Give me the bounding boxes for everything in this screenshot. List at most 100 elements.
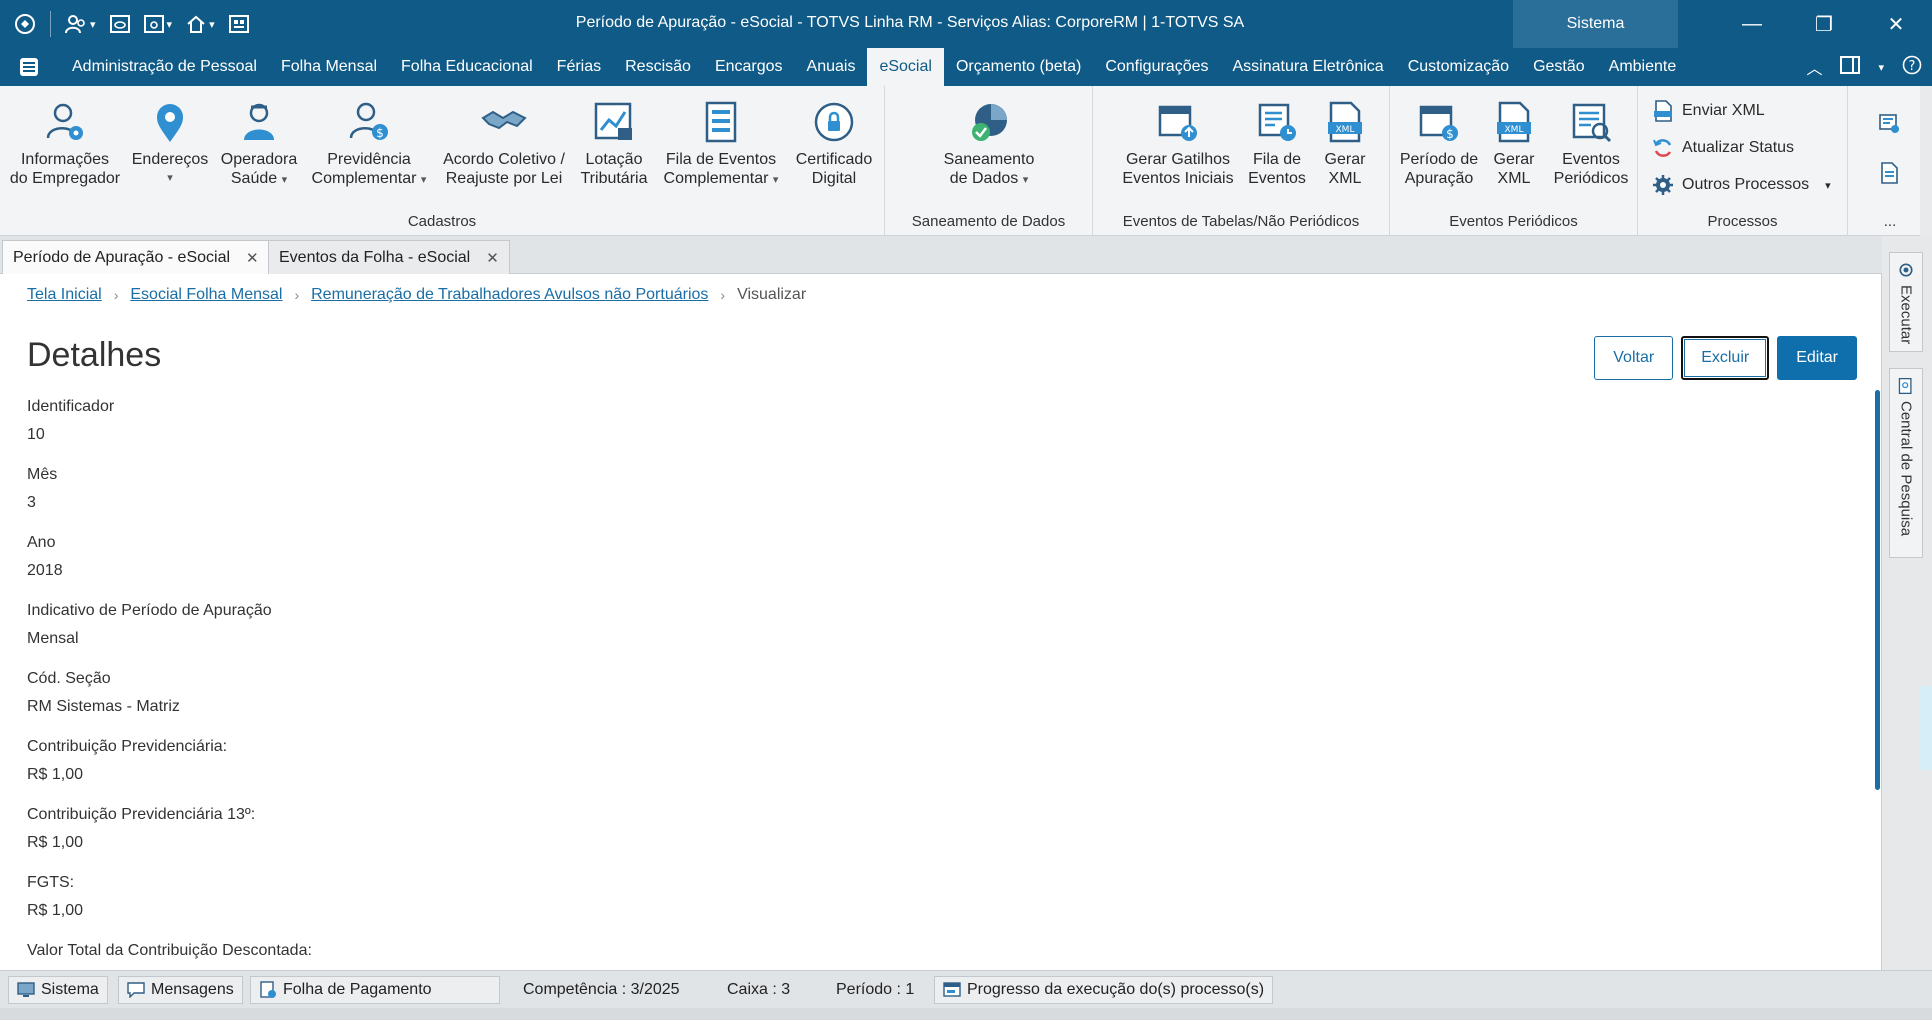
list-settings-icon[interactable]	[1878, 112, 1900, 134]
field-value: Mensal	[27, 630, 79, 647]
atualizar-status-button[interactable]: Atualizar Status	[1652, 137, 1794, 159]
gerar-xml-button[interactable]: XML Gerar XML	[1313, 100, 1377, 188]
layout-icon[interactable]	[1840, 55, 1861, 79]
ribbon-button-label: Eventos	[1562, 151, 1620, 168]
central-pesquisa-label: Central de Pesquisa	[1897, 401, 1915, 537]
breadcrumb-link-remuneracao[interactable]: Remuneração de Trabalhadores Avulsos não…	[311, 286, 708, 304]
enderecos-button[interactable]: Endereços ▾	[124, 100, 216, 188]
ribbon-more-label[interactable]: ...	[1860, 213, 1920, 230]
minimize-button[interactable]: —	[1716, 0, 1788, 48]
eventos-periodicos-button[interactable]: Eventos Periódicos	[1548, 100, 1634, 188]
chevron-down-icon[interactable]: ▾	[1878, 61, 1884, 74]
menu-folha-educacional[interactable]: Folha Educacional	[389, 48, 545, 86]
restore-button[interactable]: ❐	[1788, 0, 1860, 48]
editar-button[interactable]: Editar	[1777, 336, 1857, 380]
tab-periodo-apuracao[interactable]: Período de Apuração - eSocial ✕	[2, 240, 270, 274]
app-menu-icon[interactable]	[14, 10, 36, 38]
sistema-button[interactable]: Sistema	[1513, 0, 1678, 48]
breadcrumb-link-tela-inicial[interactable]: Tela Inicial	[27, 286, 102, 304]
vertical-scrollbar[interactable]	[1875, 390, 1880, 790]
ribbon-button-label-text: de Dados	[949, 170, 1019, 187]
ribbon-button-label: Lotação	[585, 151, 643, 168]
menu-rescisao[interactable]: Rescisão	[613, 48, 703, 86]
tab-label: Período de Apuração - eSocial	[13, 248, 231, 266]
ribbon-button-label: Gerar Gatilhos	[1125, 151, 1231, 168]
saneamento-dados-button[interactable]: Saneamento de Dados ▾	[929, 100, 1049, 190]
status-mensagens-button[interactable]: Mensagens	[118, 976, 243, 1004]
help-icon[interactable]: ?	[1902, 55, 1922, 80]
chevron-down-icon: ▾	[209, 18, 215, 31]
operadora-saude-button[interactable]: Operadora Saúde ▾	[214, 100, 304, 190]
gerar-xml-periodicos-button[interactable]: XML Gerar XML	[1482, 100, 1546, 188]
map-pin-icon	[157, 104, 183, 142]
status-sistema-label: Sistema	[41, 981, 99, 998]
fila-eventos-complementar-button[interactable]: Fila de Eventos Complementar ▾	[656, 100, 786, 190]
report-icon[interactable]	[1878, 162, 1900, 184]
gerar-gatilhos-button[interactable]: Gerar Gatilhos Eventos Iniciais	[1113, 100, 1243, 188]
menu-ferias[interactable]: Férias	[545, 48, 613, 86]
menu-esocial[interactable]: eSocial	[867, 48, 944, 86]
dashboard-icon[interactable]	[228, 10, 249, 38]
status-caixa: Caixa : 3	[727, 981, 791, 998]
lotacao-tributaria-button[interactable]: Lotação Tributária	[572, 100, 656, 188]
menu-administracao-de-pessoal[interactable]: Administração de Pessoal	[60, 48, 269, 86]
status-folha-button[interactable]: Folha de Pagamento	[250, 976, 500, 1004]
users-icon[interactable]: ▾	[65, 10, 96, 38]
acordo-coletivo-button[interactable]: Acordo Coletivo / Reajuste por Lei	[436, 100, 572, 188]
window-settings-icon[interactable]: ▾	[143, 10, 173, 38]
ribbon-group-label: Eventos Periódicos	[1449, 213, 1578, 230]
menu-orcamento[interactable]: Orçamento (beta)	[944, 48, 1093, 86]
ribbon-button-label-text: Complementar	[663, 170, 769, 187]
field-label: Cód. Seção	[27, 670, 111, 687]
ribbon-button-label: Eventos	[1248, 170, 1306, 187]
preview-icon[interactable]	[109, 10, 130, 38]
doctor-icon	[244, 103, 274, 140]
menu-encargos[interactable]: Encargos	[703, 48, 795, 86]
chevron-right-icon: ›	[294, 287, 300, 303]
status-sistema-button[interactable]: Sistema	[8, 976, 108, 1004]
menu-configuracoes[interactable]: Configurações	[1093, 48, 1220, 86]
page-title: Detalhes	[27, 336, 162, 374]
fila-de-eventos-button[interactable]: Fila de Eventos	[1241, 100, 1313, 188]
home-icon[interactable]: ▾	[186, 10, 215, 38]
enviar-xml-button[interactable]: Enviar XML	[1652, 100, 1765, 122]
ribbon-button-label: Complementar ▾	[664, 169, 779, 190]
title-bar: ▾ ▾ ▾ Período de Apuração - eSocial - TO…	[0, 0, 1932, 48]
field-ano: Ano 2018	[27, 534, 312, 602]
close-tab-icon[interactable]: ✕	[246, 249, 259, 267]
chevron-down-icon: ▾	[166, 18, 173, 31]
central-pesquisa-tab[interactable]: Central de Pesquisa	[1889, 368, 1923, 558]
periodic-events-icon	[1572, 103, 1612, 143]
collapse-ribbon-icon[interactable]: ︿	[1806, 55, 1822, 79]
chevron-down-icon: ▾	[772, 174, 779, 186]
tab-eventos-folha[interactable]: Eventos da Folha - eSocial ✕	[268, 240, 510, 274]
menu-gestao[interactable]: Gestão	[1521, 48, 1597, 86]
status-progresso-button[interactable]: Progresso da execução do(s) processo(s)	[934, 976, 1274, 1004]
svg-text:XML: XML	[1505, 125, 1524, 135]
previdencia-complementar-button[interactable]: $ Previdência Complementar ▾	[306, 100, 432, 190]
user-gear-icon	[46, 103, 83, 140]
close-button[interactable]: ✕	[1860, 0, 1932, 48]
excluir-button[interactable]: Excluir	[1681, 336, 1770, 380]
outros-processos-button[interactable]: Outros Processos ▾	[1652, 174, 1831, 196]
periodo-apuracao-button[interactable]: $ Período de Apuração	[1396, 100, 1482, 188]
xml-file-icon: XML	[1497, 101, 1531, 143]
executar-tab[interactable]: Executar	[1889, 252, 1923, 352]
ribbon-group-cadastros: Informações do Empregador Endereços ▾ Op…	[0, 86, 885, 236]
menu-anuais[interactable]: Anuais	[795, 48, 868, 86]
field-label: Valor Total da Contribuição Descontada:	[27, 942, 312, 959]
ribbon-button-label-text: Saúde	[230, 170, 278, 187]
menu-folha-mensal[interactable]: Folha Mensal	[269, 48, 389, 86]
ribbon-button-label: Acordo Coletivo /	[443, 151, 565, 168]
menu-assinatura-eletronica[interactable]: Assinatura Eletrônica	[1221, 48, 1396, 86]
ribbon-group-saneamento: Saneamento de Dados ▾ Saneamento de Dado…	[885, 86, 1093, 236]
menu-customizacao[interactable]: Customização	[1396, 48, 1521, 86]
voltar-button[interactable]: Voltar	[1594, 336, 1674, 380]
certificado-digital-button[interactable]: Certificado Digital	[786, 100, 882, 188]
app-logo-icon[interactable]	[18, 56, 40, 78]
menu-ambiente[interactable]: Ambiente	[1597, 48, 1689, 86]
status-periodo: Período : 1	[836, 981, 915, 998]
close-tab-icon[interactable]: ✕	[486, 249, 499, 267]
breadcrumb-link-esocial-folha[interactable]: Esocial Folha Mensal	[130, 286, 282, 304]
informacoes-empregador-button[interactable]: Informações do Empregador	[8, 100, 122, 188]
